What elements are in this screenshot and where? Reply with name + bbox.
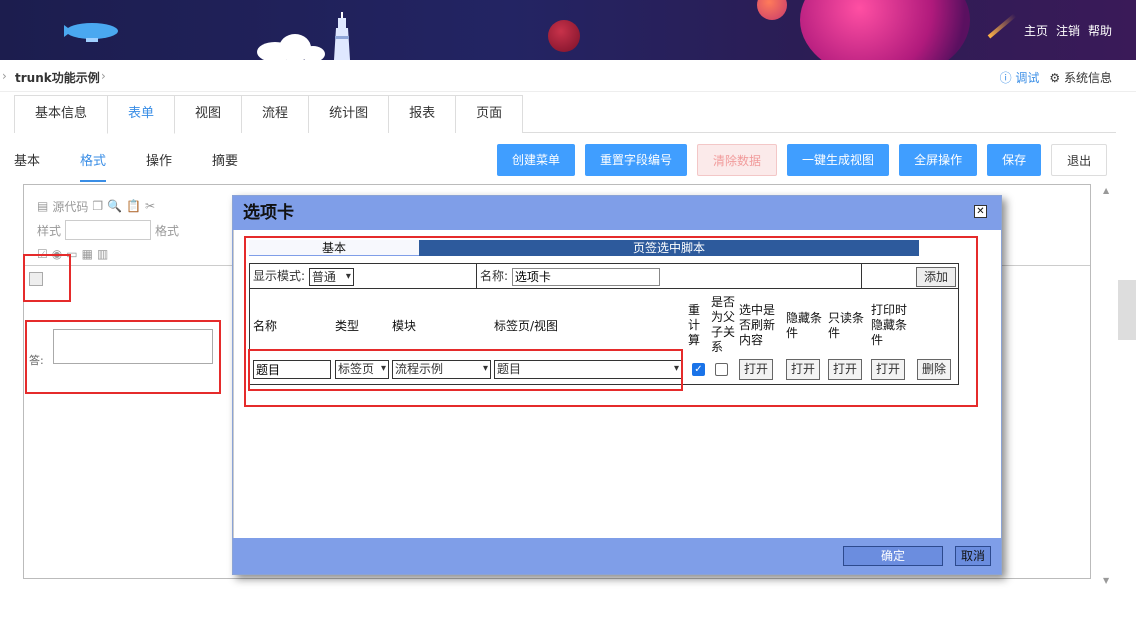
sub-tabs: 基本 格式 操作 摘要 xyxy=(14,140,278,182)
style-select[interactable] xyxy=(65,220,152,240)
side-panel-handle[interactable] xyxy=(1118,280,1136,340)
sysinfo-link[interactable]: ⚙ 系统信息 xyxy=(1049,69,1112,86)
dialog-footer: 确定 取消 xyxy=(233,538,1001,574)
source-button[interactable]: 源代码 xyxy=(52,198,88,215)
blimp-icon xyxy=(64,23,118,42)
format-label: 格式 xyxy=(155,223,180,238)
debug-link[interactable]: ⓘ 调试 xyxy=(1000,69,1040,86)
planet-decoration xyxy=(548,20,580,52)
source-icon[interactable]: ▤ xyxy=(37,199,48,213)
tab-basic-info[interactable]: 基本信息 xyxy=(14,95,109,133)
comet-decoration xyxy=(987,13,1017,39)
table-icon[interactable]: ▦ xyxy=(82,247,93,261)
subtab-format[interactable]: 格式 xyxy=(80,140,107,182)
breadcrumb-title[interactable]: trunk功能示例 xyxy=(15,69,100,86)
save-button[interactable]: 保存 xyxy=(987,144,1042,176)
highlight-box xyxy=(23,254,71,302)
tab-view[interactable]: 视图 xyxy=(174,95,243,133)
clear-data-button[interactable]: 清除数据 xyxy=(697,144,778,176)
cancel-button[interactable]: 取消 xyxy=(955,546,991,566)
create-menu-button[interactable]: 创建菜单 xyxy=(497,144,576,176)
sysinfo-label: 系统信息 xyxy=(1063,71,1112,85)
toolbar: 创建菜单 重置字段编号 清除数据 一键生成视图 全屏操作 保存 退出 xyxy=(497,144,1108,176)
planet-decoration xyxy=(757,0,787,20)
dialog-title-bar: 选项卡 ✕ xyxy=(233,196,1001,230)
lighthouse-icon xyxy=(334,12,350,60)
header-links: 主页 注销 帮助 xyxy=(1024,22,1112,39)
highlight-box xyxy=(25,320,221,394)
calendar-icon[interactable]: ▥ xyxy=(97,247,108,261)
breadcrumb-bar: › trunk功能示例 › ⓘ 调试 ⚙ 系统信息 xyxy=(0,60,1136,92)
debug-label: 调试 xyxy=(1015,71,1040,85)
cut-icon[interactable]: ✂ xyxy=(145,199,155,213)
preview-icon[interactable]: 🔍 xyxy=(107,199,122,213)
chevron-right-icon: › xyxy=(2,69,7,83)
close-icon[interactable]: ✕ xyxy=(974,205,987,218)
tab-chart[interactable]: 统计图 xyxy=(308,95,390,133)
reset-field-number-button[interactable]: 重置字段编号 xyxy=(585,144,688,176)
style-label: 样式 xyxy=(37,223,62,238)
ok-button[interactable]: 确定 xyxy=(843,546,943,566)
exit-button[interactable]: 退出 xyxy=(1051,144,1108,176)
logout-link[interactable]: 注销 xyxy=(1056,22,1080,39)
tab-form[interactable]: 表单 xyxy=(107,95,176,134)
highlight-box xyxy=(248,349,683,391)
fullscreen-button[interactable]: 全屏操作 xyxy=(899,144,978,176)
editor-toolbar-row: ▤ 源代码 ❐ 🔍 📋 ✂ xyxy=(37,194,237,218)
tab-page[interactable]: 页面 xyxy=(455,95,524,133)
home-link[interactable]: 主页 xyxy=(1024,22,1048,39)
tab-flow[interactable]: 流程 xyxy=(241,95,310,133)
copy-icon[interactable]: ❐ xyxy=(92,199,103,213)
paste-icon[interactable]: 📋 xyxy=(126,199,141,213)
dialog-title: 选项卡 xyxy=(243,203,294,223)
info-icon: ⓘ xyxy=(999,71,1016,85)
breadcrumb-actions: ⓘ 调试 ⚙ 系统信息 xyxy=(1000,69,1112,86)
top-banner: 主页 注销 帮助 xyxy=(0,0,1136,60)
help-link[interactable]: 帮助 xyxy=(1088,22,1112,39)
chevron-right-icon: › xyxy=(101,69,106,83)
gear-icon: ⚙ xyxy=(1049,71,1064,85)
scroll-down-icon[interactable]: ▼ xyxy=(1103,576,1109,585)
scroll-up-icon[interactable]: ▲ xyxy=(1103,186,1109,195)
editor-scrollbar[interactable]: ▲ ▼ xyxy=(1100,184,1114,587)
editor-toolbar-row: 样式 格式 xyxy=(37,218,237,242)
cloud-icon xyxy=(257,34,325,60)
subtab-operation[interactable]: 操作 xyxy=(146,140,172,182)
planet-decoration xyxy=(800,0,970,60)
tab-report[interactable]: 报表 xyxy=(388,95,457,133)
subtab-summary[interactable]: 摘要 xyxy=(212,140,238,182)
main-tabs: 基本信息 表单 视图 流程 统计图 报表 页面 xyxy=(14,95,1116,134)
generate-view-button[interactable]: 一键生成视图 xyxy=(787,144,890,176)
subtab-basic[interactable]: 基本 xyxy=(14,140,40,182)
